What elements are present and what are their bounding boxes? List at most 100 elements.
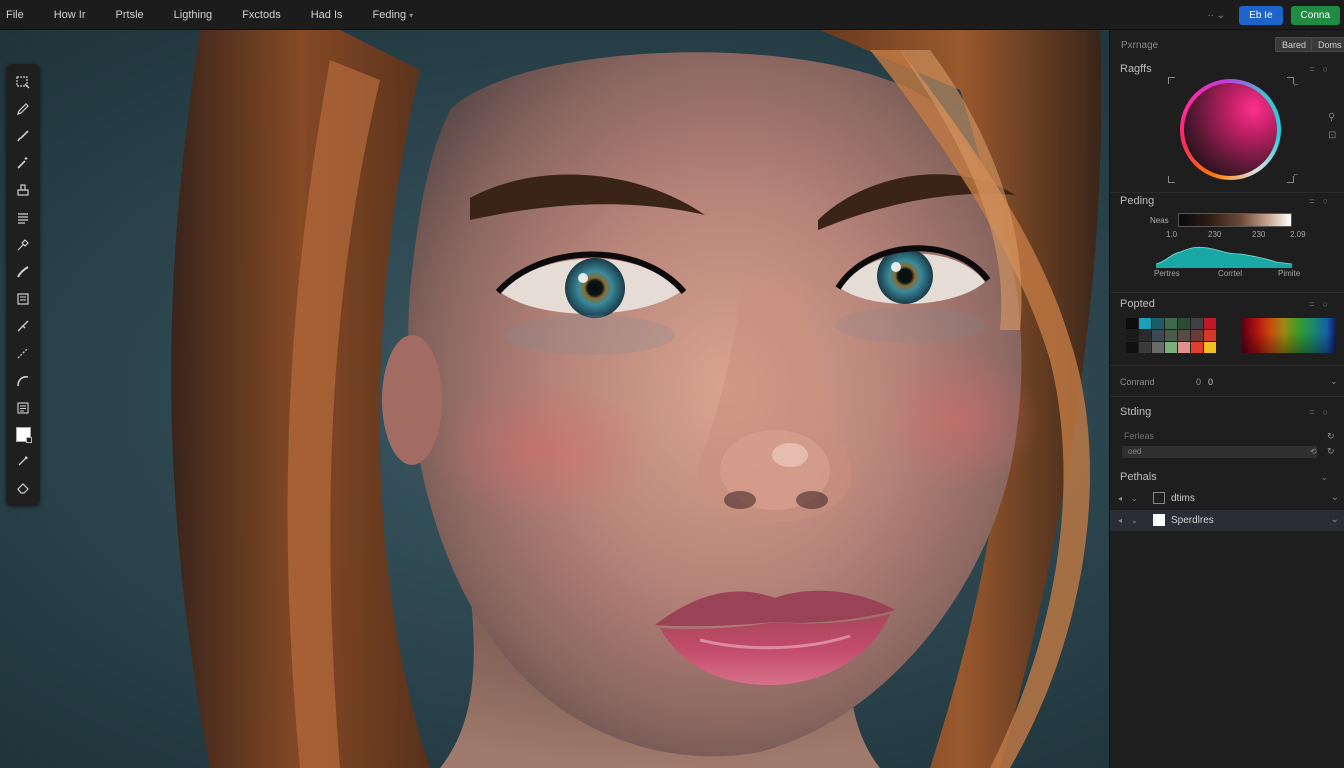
menu-fxctods[interactable]: Fxctods [230, 0, 293, 30]
contrast-value[interactable]: 0 [1196, 377, 1201, 387]
menu-ligthing[interactable]: Ligthing [162, 0, 225, 30]
palette-swatch[interactable] [1152, 342, 1164, 353]
zoom-dropdown[interactable]: ·· ⌄ [1207, 10, 1225, 21]
color-spectrum[interactable] [1242, 318, 1336, 353]
divider [1110, 192, 1344, 193]
wand-tool-icon[interactable] [10, 150, 36, 176]
section-feathering-title: Peding [1120, 195, 1155, 207]
properties-panel: Pxrnage Bared Doms Ragffs =○ ⌐ ⌐ ⚲ ⊡ Ped… [1109, 30, 1344, 768]
menu-had-is[interactable]: Had Is [299, 0, 355, 30]
stamp-tool-icon[interactable] [10, 177, 36, 203]
pen-tool-icon[interactable] [10, 313, 36, 339]
contrast-info-icon[interactable]: 0 [1208, 377, 1213, 387]
chevron-down-icon: ▾ [409, 10, 414, 20]
settings-circle-icon[interactable]: ○ [1323, 64, 1336, 74]
edit-button[interactable]: Eb Ie [1239, 5, 1283, 25]
chevron-down-icon[interactable]: ⌄ [1331, 492, 1339, 503]
dropper-tool-icon[interactable] [10, 448, 36, 474]
palette-swatch[interactable] [1165, 330, 1177, 341]
wheel-corner-mark-icon: ⌐ [1294, 170, 1299, 179]
palette-swatch[interactable] [1178, 342, 1190, 353]
color-swatch[interactable] [10, 421, 36, 447]
palette-swatch[interactable] [1191, 342, 1203, 353]
chevron-down-icon[interactable]: ⌄ [1320, 472, 1336, 482]
histogram-label: Pimite [1278, 269, 1301, 278]
menu-feding[interactable]: Feding ▾ [361, 0, 426, 30]
tick-label: 230 [1208, 230, 1222, 239]
settings-circle-icon[interactable]: ○ [1323, 196, 1336, 206]
layer-row[interactable]: ◂⌄ dtims ⌄ [1110, 488, 1344, 509]
confirm-button[interactable]: Conna [1290, 5, 1340, 25]
layer-toggle-icons[interactable]: ◂⌄ [1118, 516, 1147, 525]
marquee-tool-icon[interactable] [10, 69, 36, 95]
palette-swatch[interactable] [1139, 330, 1151, 341]
reset-icon[interactable]: ↻ [1327, 446, 1335, 457]
palette-swatch[interactable] [1191, 318, 1203, 329]
settings-circle-icon[interactable]: ○ [1323, 299, 1336, 309]
pin-icon[interactable]: ⚲ [1328, 112, 1335, 123]
layer-toggle-icons[interactable]: ◂⌄ [1118, 494, 1147, 503]
palette-swatch[interactable] [1165, 318, 1177, 329]
link-icon[interactable]: ⟲ [1310, 447, 1317, 456]
refresh-icon[interactable]: ↻ [1327, 431, 1335, 442]
palette-swatch[interactable] [1152, 318, 1164, 329]
gradient-bar[interactable] [1178, 213, 1292, 227]
palette-swatch[interactable] [1191, 330, 1203, 341]
eraser-tool-icon[interactable] [10, 475, 36, 501]
text-block-tool-icon[interactable] [10, 395, 36, 421]
tick-label: 1.0 [1166, 230, 1178, 239]
image-canvas[interactable] [0, 30, 1109, 768]
histogram-label: Corrtel [1218, 269, 1243, 278]
palette-swatch[interactable] [1178, 318, 1190, 329]
lock-icon[interactable]: ⊡ [1328, 130, 1336, 141]
palette-swatch[interactable] [1204, 318, 1216, 329]
eyedropper-tool-icon[interactable] [10, 232, 36, 258]
zoom-dropdown-label: ·· [1207, 9, 1214, 21]
palette-swatch[interactable] [1126, 318, 1138, 329]
wheel-corner-mark-icon: ⌐ [1294, 80, 1299, 89]
palette-swatch[interactable] [1139, 318, 1151, 329]
histogram[interactable] [1156, 242, 1292, 268]
doms-tab[interactable]: Doms [1311, 37, 1344, 52]
minus-icon[interactable]: = [1309, 196, 1322, 206]
blend-label: Ferleas [1124, 431, 1155, 441]
settings-circle-icon[interactable]: ○ [1323, 407, 1336, 417]
palette-swatch[interactable] [1178, 330, 1190, 341]
chevron-down-icon[interactable]: ⌄ [1331, 514, 1339, 525]
menu-file[interactable]: File [0, 0, 36, 30]
blend-input[interactable]: oed [1122, 446, 1317, 458]
palette-swatch[interactable] [1126, 330, 1138, 341]
palette-swatch[interactable] [1126, 342, 1138, 353]
color-wheel[interactable] [1180, 79, 1281, 180]
chevron-down-icon[interactable]: ⌄ [1330, 376, 1338, 387]
divider [1110, 292, 1344, 293]
palette-swatch[interactable] [1204, 342, 1216, 353]
section-colors-title: Ragffs [1120, 63, 1152, 75]
layer-thumbnail [1153, 514, 1165, 526]
minus-icon[interactable]: = [1309, 407, 1322, 417]
section-feathering-icons: =○ [1309, 196, 1336, 206]
palette-swatch[interactable] [1165, 342, 1177, 353]
background-color[interactable] [26, 437, 32, 444]
minus-icon[interactable]: = [1309, 299, 1322, 309]
palette-swatch[interactable] [1204, 330, 1216, 341]
palette-swatch[interactable] [1152, 330, 1164, 341]
chevron-down-icon: ⌄ [1216, 9, 1226, 21]
curve-tool-icon[interactable] [10, 368, 36, 394]
palette-swatch[interactable] [1139, 342, 1151, 353]
minus-icon[interactable]: = [1309, 64, 1322, 74]
smudge-tool-icon[interactable] [10, 259, 36, 285]
bared-tab[interactable]: Bared [1275, 37, 1314, 52]
brush-tool-icon[interactable] [10, 123, 36, 149]
menu-prtsle[interactable]: Prtsle [104, 0, 156, 30]
line-tool-icon[interactable] [10, 340, 36, 366]
menu-how-ir[interactable]: How Ir [42, 0, 98, 30]
color-wheel-picker[interactable] [1184, 83, 1277, 176]
section-presets-icons: =○ [1309, 299, 1336, 309]
adjust-tool-icon[interactable] [10, 286, 36, 312]
layer-row[interactable]: ◂⌄ Sperdlres ⌄ [1110, 510, 1344, 531]
section-layers-icons: ⌄ [1320, 472, 1336, 483]
layers-tool-icon[interactable] [10, 205, 36, 231]
color-wheel-frame [1168, 77, 1294, 183]
pencil-tool-icon[interactable] [10, 96, 36, 122]
